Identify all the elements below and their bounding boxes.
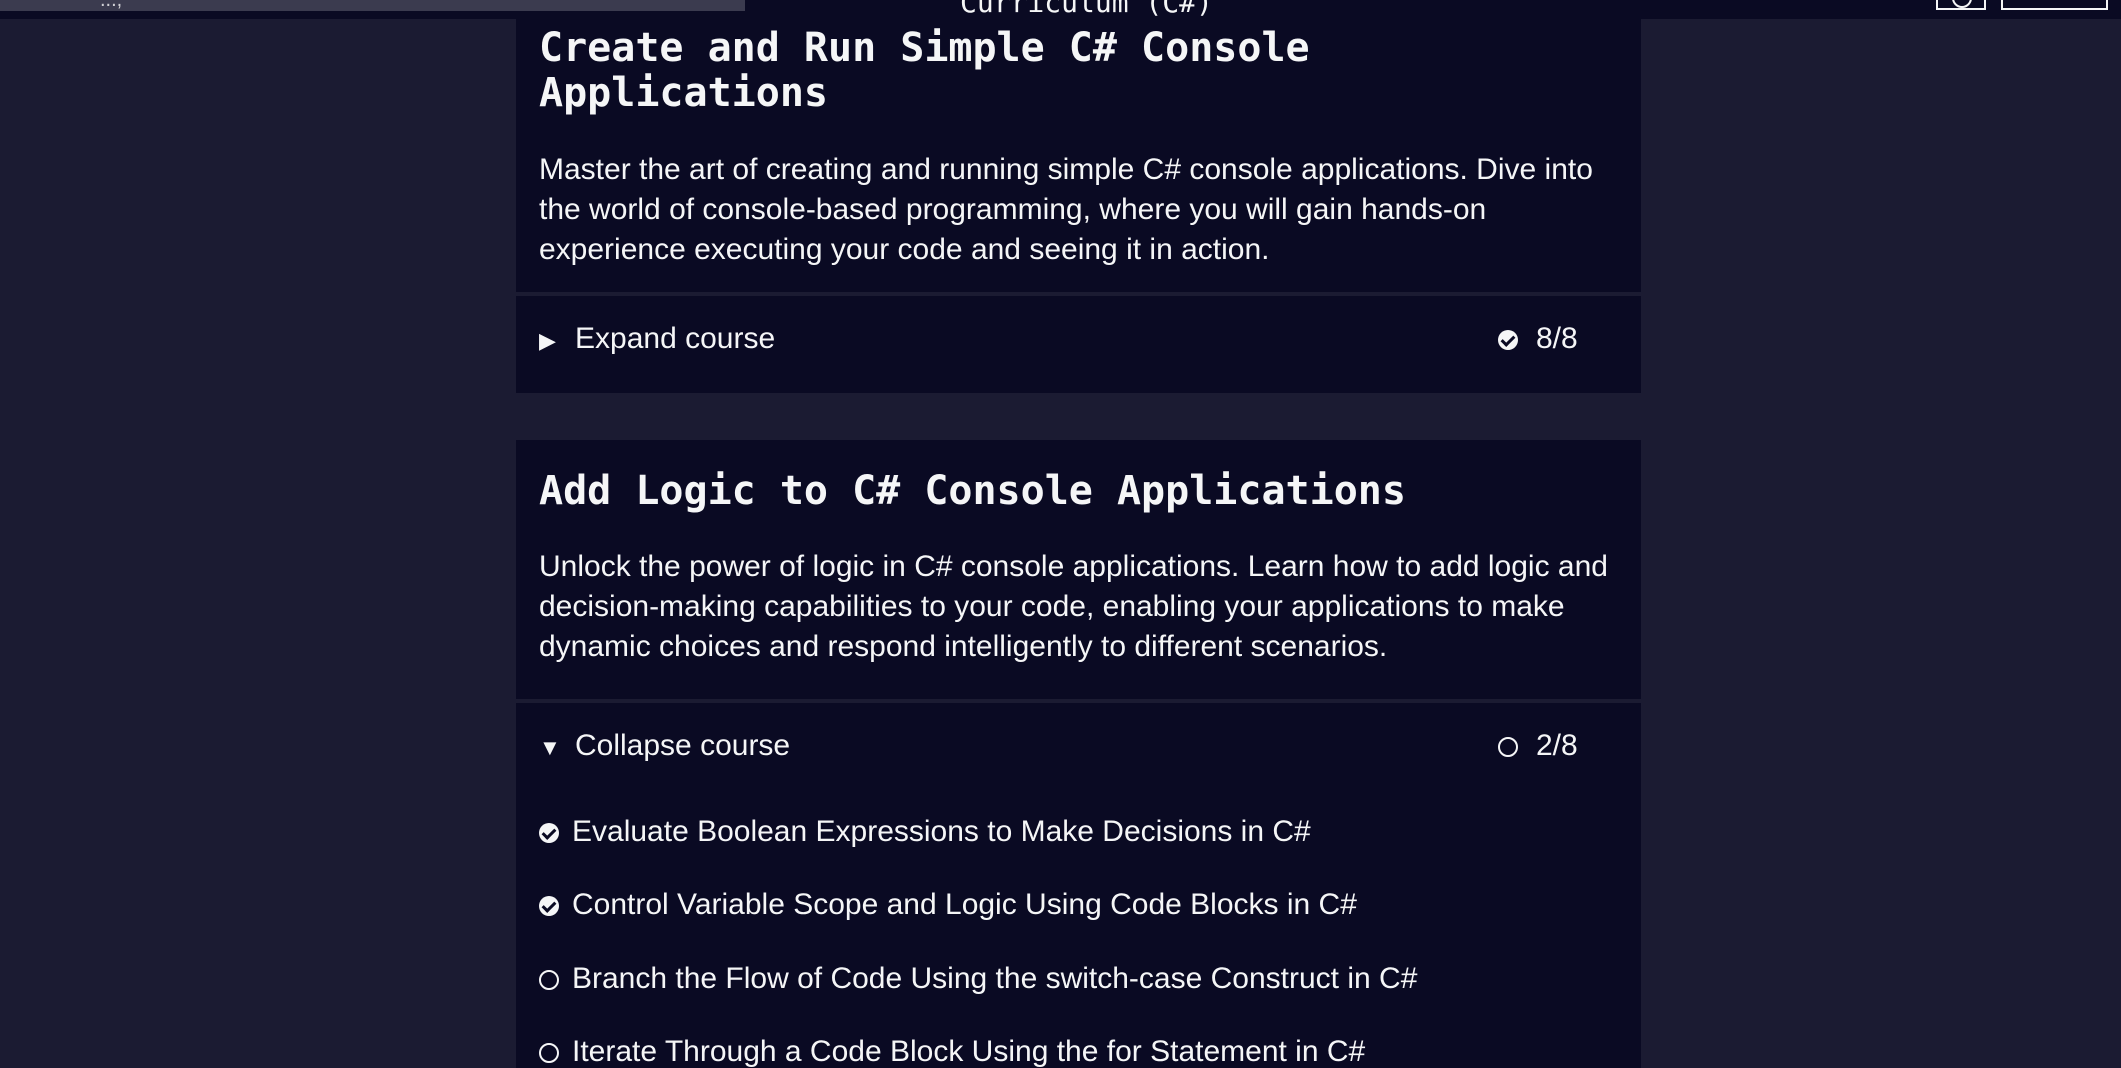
course-progress: 8/8: [1498, 322, 1578, 356]
search-input-value: ...,: [100, 0, 123, 11]
block-label: Iterate Through a Code Block Using the f…: [572, 1035, 1366, 1068]
check-circle-icon: [539, 823, 559, 844]
course-header: Add Logic to C# Console Applications Unl…: [516, 440, 1641, 699]
course-header: Create and Run Simple C# Console Applica…: [516, 19, 1641, 292]
top-navbar: ..., Curriculum (C#): [0, 0, 2121, 19]
course-title: Create and Run Simple C# Console Applica…: [539, 25, 1310, 116]
course-progress: 2/8: [1498, 729, 1578, 763]
block-label: Branch the Flow of Code Using the switch…: [572, 962, 1418, 995]
triangle-right-icon: ▶: [539, 328, 556, 353]
course-description: Unlock the power of logic in C# console …: [539, 550, 1608, 663]
language-button[interactable]: [1936, 0, 1986, 10]
block-link[interactable]: Control Variable Scope and Logic Using C…: [539, 888, 1357, 922]
progress-count: 8/8: [1536, 322, 1578, 355]
block-label: Evaluate Boolean Expressions to Make Dec…: [572, 815, 1311, 848]
incomplete-circle-icon: [539, 1043, 559, 1064]
block-link[interactable]: Branch the Flow of Code Using the switch…: [539, 962, 1417, 996]
course-footer: ▶ Expand course 8/8: [516, 296, 1641, 393]
course-title: Add Logic to C# Console Applications: [539, 468, 1406, 514]
course-footer: ▼ Collapse course 2/8 Evaluate Boolean E…: [516, 703, 1641, 1068]
globe-icon: [1952, 0, 1972, 8]
progress-count: 2/8: [1536, 729, 1578, 762]
triangle-down-icon: ▼: [539, 735, 561, 760]
course-description: Master the art of creating and running s…: [539, 153, 1593, 266]
block-label: Control Variable Scope and Logic Using C…: [572, 888, 1357, 921]
expand-course-button[interactable]: ▶ Expand course 8/8: [516, 296, 1641, 393]
toggle-label: Expand course: [575, 322, 776, 355]
course-card: Add Logic to C# Console Applications Unl…: [516, 440, 1641, 1068]
block-link[interactable]: Iterate Through a Code Block Using the f…: [539, 1035, 1365, 1068]
check-circle-icon: [539, 896, 559, 917]
course-card: Create and Run Simple C# Console Applica…: [516, 19, 1641, 393]
search-input[interactable]: ...,: [0, 0, 745, 11]
collapse-course-button[interactable]: ▼ Collapse course 2/8: [516, 703, 1641, 800]
nav-title: Curriculum (C#): [960, 0, 1213, 19]
menu-button[interactable]: [2001, 0, 2108, 10]
toggle-label: Collapse course: [575, 729, 791, 762]
check-circle-icon: [1498, 330, 1518, 351]
incomplete-circle-icon: [1498, 737, 1518, 758]
incomplete-circle-icon: [539, 970, 559, 991]
block-link[interactable]: Evaluate Boolean Expressions to Make Dec…: [539, 815, 1311, 849]
